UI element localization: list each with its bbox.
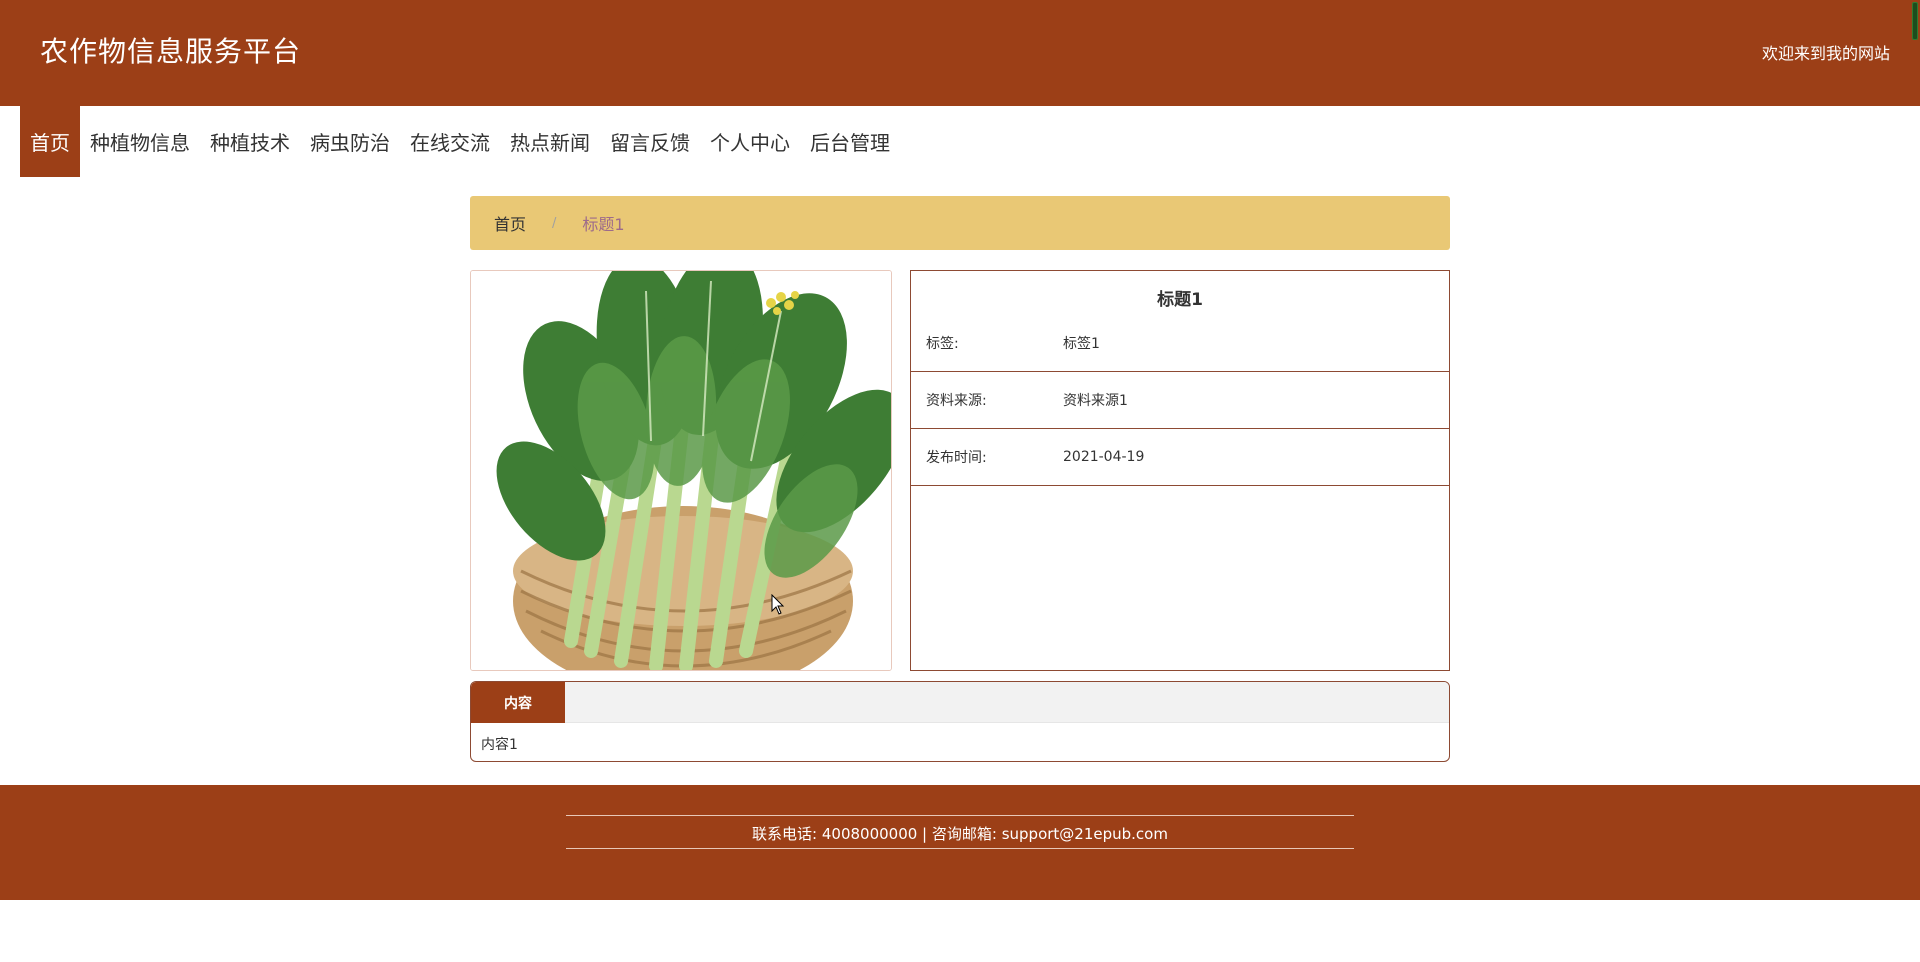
detail-value: 2021-04-19 xyxy=(1063,449,1145,465)
detail-label: 标签: xyxy=(926,336,959,352)
breadcrumb-separator: / xyxy=(552,215,557,231)
site-title: 农作物信息服务平台 xyxy=(40,35,302,68)
footer-contact: 联系电话: 4008000000 | 咨询邮箱: support@21epub.… xyxy=(752,825,1168,843)
content-body: 内容1 xyxy=(481,737,518,753)
product-image xyxy=(470,270,892,671)
footer-divider-bottom xyxy=(566,848,1354,849)
detail-row-tag: 标签: 标签1 xyxy=(911,315,1449,372)
footer-divider-top xyxy=(566,815,1354,816)
breadcrumb-current: 标题1 xyxy=(582,215,625,234)
detail-info-panel: 标题1 标签: 标签1 资料来源: 资料来源1 发布时间: 2021-04-19 xyxy=(910,270,1450,671)
vegetable-basket-image xyxy=(471,271,891,670)
nav-item-admin[interactable]: 后台管理 xyxy=(800,106,900,177)
nav-item-hot-news[interactable]: 热点新闻 xyxy=(500,106,600,177)
detail-title: 标题1 xyxy=(1157,290,1203,310)
nav-item-online-chat[interactable]: 在线交流 xyxy=(400,106,500,177)
top-header: 农作物信息服务平台 欢迎来到我的网站 xyxy=(0,0,1920,106)
tab-content[interactable]: 内容 xyxy=(471,682,565,723)
detail-label: 资料来源: xyxy=(926,393,987,409)
nav-item-planting-tech[interactable]: 种植技术 xyxy=(200,106,300,177)
nav-item-plant-info[interactable]: 种植物信息 xyxy=(80,106,200,177)
detail-value: 资料来源1 xyxy=(1063,393,1128,409)
nav-item-feedback[interactable]: 留言反馈 xyxy=(600,106,700,177)
nav-item-home[interactable]: 首页 xyxy=(20,106,80,177)
detail-row-publish-time: 发布时间: 2021-04-19 xyxy=(911,429,1449,486)
mouse-cursor-icon xyxy=(771,594,785,615)
detail-value: 标签1 xyxy=(1063,336,1100,352)
content-tab-bar: 内容 xyxy=(471,682,1449,723)
nav-item-pest-control[interactable]: 病虫防治 xyxy=(300,106,400,177)
footer: 联系电话: 4008000000 | 咨询邮箱: support@21epub.… xyxy=(0,785,1920,900)
scrollbar-indicator[interactable] xyxy=(1912,2,1918,40)
breadcrumb: 首页 / 标题1 xyxy=(470,196,1450,250)
welcome-text: 欢迎来到我的网站 xyxy=(1761,44,1890,63)
detail-row-source: 资料来源: 资料来源1 xyxy=(911,372,1449,429)
content-panel: 内容 内容1 xyxy=(470,681,1450,762)
detail-label: 发布时间: xyxy=(926,450,987,466)
main-nav: 首页 种植物信息 种植技术 病虫防治 在线交流 热点新闻 留言反馈 个人中心 后… xyxy=(20,106,900,177)
breadcrumb-home-link[interactable]: 首页 xyxy=(494,211,526,235)
nav-item-user-center[interactable]: 个人中心 xyxy=(700,106,800,177)
